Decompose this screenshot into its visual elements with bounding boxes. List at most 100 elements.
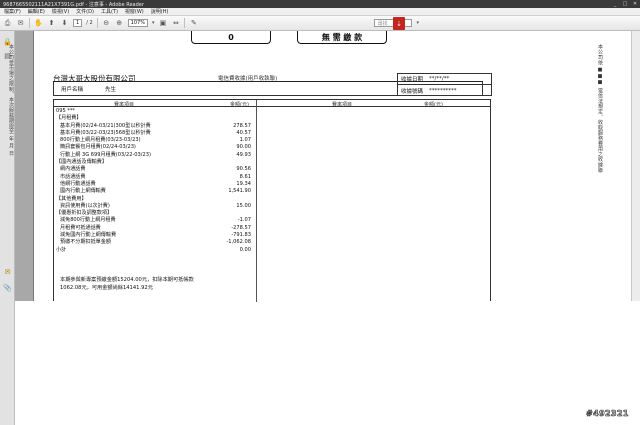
charge-label: 【其他費用】 — [56, 195, 87, 202]
receipt-number-row: 收據號碼 ********** — [398, 85, 491, 96]
toolbar: ⎙ ✉ ✋ ⬆ ⬇ 1 / 2 ⊖ ⊕ 107% ▾ ▣ ⇔ ✎ 尋找 ▾ — [0, 16, 640, 31]
vertical-scrollbar[interactable] — [631, 31, 640, 301]
charge-label: 小計 — [56, 246, 67, 253]
receipt-date-row: 收據日期 **/**/** — [398, 74, 491, 85]
page-total: / 2 — [86, 20, 93, 26]
toolbar-divider — [96, 18, 98, 28]
charge-row: 簡訊套餐包月租費(02/24-03/23) 90.00 — [54, 144, 251, 151]
minimize-button[interactable]: _ — [610, 0, 620, 8]
user-name-label: 用戶名稱 — [61, 86, 84, 93]
chevron-down-icon[interactable]: ▾ — [152, 20, 155, 26]
charge-label: 基本月費(02/24-03/21)300型以秒計費 — [60, 122, 151, 129]
charge-amount: -1,062.08 — [226, 239, 251, 246]
window-titlebar: 9687665502111A21X7391G.pdf - 注意事 - Adobe… — [0, 0, 640, 8]
charge-amount: -278.57 — [231, 224, 251, 231]
table-header: 費率項目 金額(元) 費率項目 金額(元) — [54, 100, 490, 108]
close-button[interactable]: ✕ — [630, 0, 640, 8]
zoom-in-icon[interactable]: ⊕ — [115, 19, 124, 28]
charge-row: 行動上網 3G 699月租費(03/22-03/23) 49.93 — [54, 152, 251, 159]
charge-label: 減免800行動上網月租費 — [60, 217, 116, 224]
charge-amount: 8.61 — [239, 173, 251, 180]
next-page-icon[interactable]: ⬇ — [60, 19, 69, 28]
col-item-header: 費率項目 — [114, 101, 135, 108]
charge-row: 【其他費用】 — [54, 196, 251, 203]
charges-table: 費率項目 金額(元) 費率項目 金額(元) 095 *** 【月租費】 基本月費(0… — [53, 99, 491, 302]
col-amount2-header: 金額(元) — [424, 101, 443, 108]
menu-help[interactable]: 說明(H) — [151, 8, 169, 15]
receipt-date-label: 收據日期 — [401, 77, 424, 83]
col-amount-header: 金額(元) — [230, 101, 249, 108]
charge-label: 市話通話費 — [60, 173, 86, 180]
menu-document[interactable]: 文件(D) — [76, 8, 94, 15]
right-margin-text: 本公司依 ■■■ 電信法規定、收取服務費用之收據聯 — [597, 44, 603, 173]
menu-window[interactable]: 視窗(W) — [125, 8, 144, 15]
email-icon[interactable]: ✉ — [16, 19, 25, 28]
toolbar-divider — [29, 18, 30, 28]
charge-amount: -791.83 — [231, 232, 251, 239]
fit-page-icon[interactable]: ▣ — [158, 19, 167, 28]
receipt-date-value: **/**/** — [429, 76, 450, 82]
charge-row: 基本月費(02/24-03/21)300型以秒計費 278.57 — [54, 123, 251, 130]
charge-amount: 40.57 — [236, 129, 251, 136]
hand-tool-icon[interactable]: ✋ — [34, 19, 43, 28]
page-number-input[interactable]: 1 — [73, 19, 83, 27]
menu-tools[interactable]: 工具(T) — [101, 8, 118, 15]
menu-file[interactable]: 檔案(F) — [4, 8, 21, 15]
charge-row: 月租費可抵通話費 -278.57 — [54, 225, 251, 232]
charge-amount: 49.93 — [236, 151, 251, 158]
attachment-icon[interactable]: 📎 — [3, 283, 12, 292]
window-controls: _ □ ✕ — [610, 0, 640, 8]
print-icon[interactable]: ⎙ — [3, 19, 12, 28]
fit-width-icon[interactable]: ⇔ — [171, 19, 180, 28]
charge-amount: 278.57 — [233, 122, 251, 129]
charge-row: 減免800行動上網月租費 -1.07 — [54, 217, 251, 224]
col-item2-header: 費率項目 — [332, 101, 353, 108]
zoom-out-icon[interactable]: ⊖ — [102, 19, 111, 28]
charge-amount: 19.34 — [236, 180, 251, 187]
comments-icon[interactable]: ✉ — [3, 267, 12, 276]
charge-label: 【月租費】 — [56, 115, 82, 122]
user-name-value: 先生 — [105, 86, 117, 93]
comment-icon[interactable]: ✎ — [189, 19, 198, 28]
charge-amount: 15.00 — [236, 202, 251, 209]
menu-bar: 檔案(F) 編輯(E) 檢視(V) 文件(D) 工具(T) 視窗(W) 說明(H… — [0, 8, 640, 16]
chevron-down-icon[interactable]: ▾ — [416, 20, 419, 26]
charge-label: 國內行動上網傳輸費 — [60, 188, 106, 195]
charge-label: 行動上網 3G 699月租費(03/22-03/23) — [60, 151, 151, 158]
zoom-select[interactable]: 107% — [127, 19, 148, 27]
image-id-watermark: #492321 — [586, 409, 629, 419]
prepaid-note: 本期參與新專案預繳金額15204.00元，扣除本期可抵帳款 1062.08元，可… — [60, 276, 194, 292]
maximize-button[interactable]: □ — [620, 0, 630, 8]
charge-row: 預繳不分期扣抵單金額 -1,062.08 — [54, 239, 251, 246]
note-line: 本期參與新專案預繳金額15204.00元，扣除本期可抵帳款 — [60, 277, 194, 283]
prev-page-icon[interactable]: ⬆ — [47, 19, 56, 28]
menu-view[interactable]: 檢視(V) — [52, 8, 69, 15]
charge-label: 預繳不分期扣抵單金額 — [60, 239, 111, 246]
charge-row: 市話通話費 8.61 — [54, 174, 251, 181]
toolbar-divider — [184, 18, 186, 28]
charge-label: 網內通話費 — [60, 166, 86, 173]
window-title: 9687665502111A21X7391G.pdf - 注意事 - Adobe… — [3, 1, 144, 8]
menu-edit[interactable]: 編輯(E) — [28, 8, 45, 15]
amount-box: 0 — [191, 31, 271, 44]
column-divider — [256, 100, 257, 302]
charge-label: 簡訊套餐包月租費(02/24-03/23) — [60, 144, 136, 151]
no-payment-box: 無 需 繳 款 — [297, 31, 387, 44]
charge-row: 網內通話費 90.56 — [54, 166, 251, 173]
receipt-meta: 收據日期 **/**/** 收據號碼 ********** — [397, 73, 492, 96]
charge-amount: 90.56 — [236, 166, 251, 173]
charge-rows: 095 *** 【月租費】 基本月費(02/24-03/21)300型以秒計費 278… — [54, 108, 251, 254]
charge-amount: 90.00 — [236, 144, 251, 151]
acrobat-update-icon[interactable]: ⇣ — [393, 17, 405, 30]
charge-label: 月租費可抵通話費 — [60, 224, 101, 231]
charge-amount: 1.07 — [239, 137, 251, 144]
charge-amount: 0.00 — [239, 246, 251, 253]
charge-amount: -1.07 — [237, 217, 251, 224]
charge-row: 095 *** — [54, 108, 251, 115]
charge-row: 【月租費】 — [54, 115, 251, 122]
charge-row: 國內行動上網傳輸費 1,541.90 — [54, 188, 251, 195]
receipt-number-label: 收據號碼 — [401, 88, 424, 95]
receipt-number-value: ********** — [429, 87, 457, 94]
charge-amount: 1,541.90 — [228, 188, 251, 195]
left-margin-text: 本公司受市場之限制、本次服務期限至 年 月 日 — [8, 44, 14, 156]
